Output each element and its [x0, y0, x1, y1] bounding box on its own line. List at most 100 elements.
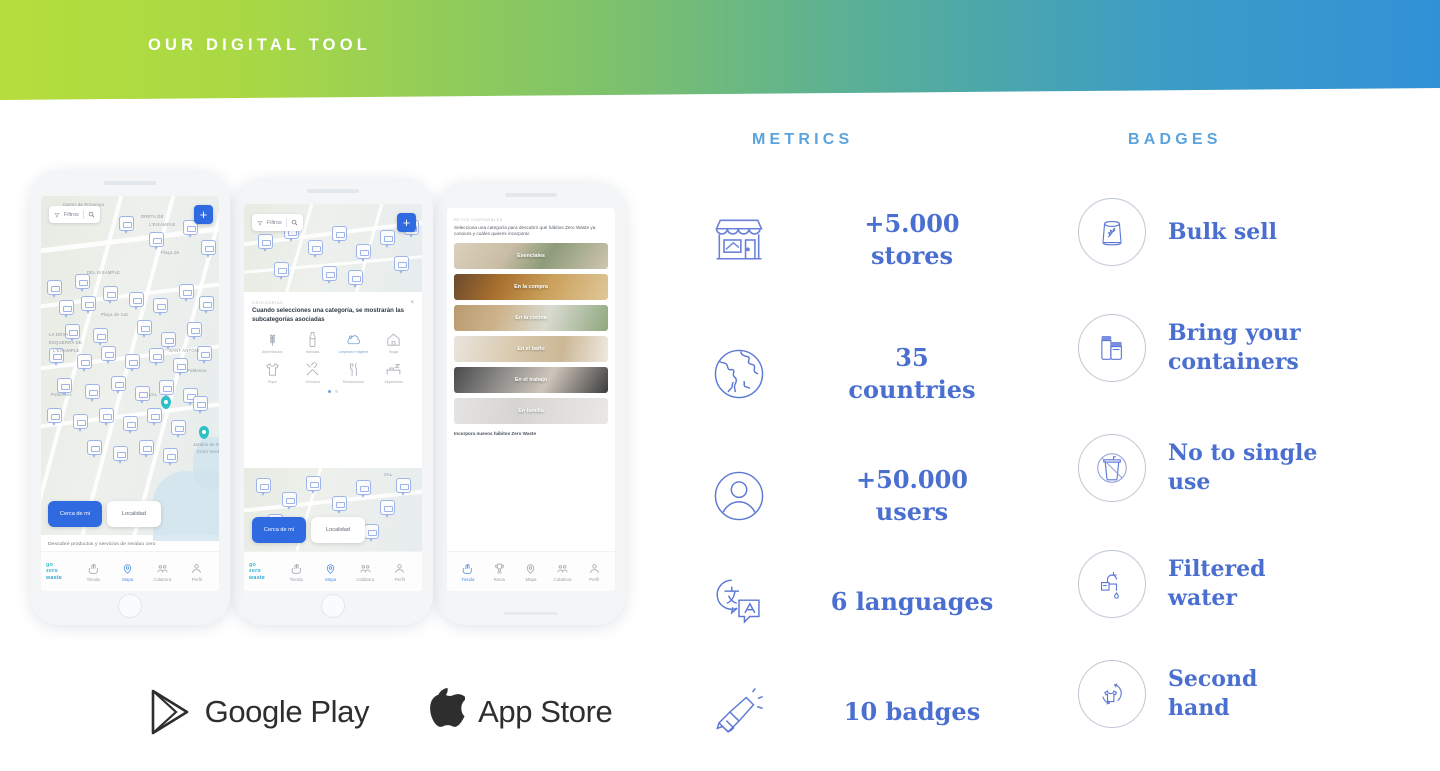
map-store-pin[interactable]: [123, 416, 138, 434]
category-limpieza[interactable]: Limpieza e higiene: [333, 331, 374, 354]
category-restauracion[interactable]: Restauración: [333, 361, 374, 384]
map-store-pin[interactable]: [193, 396, 208, 414]
carousel-dots[interactable]: [252, 390, 414, 394]
map-store-pin[interactable]: [47, 280, 62, 298]
map-store-pin[interactable]: [282, 492, 297, 510]
map-store-pin[interactable]: [201, 240, 216, 258]
add-store-button[interactable]: +: [397, 213, 416, 232]
map-store-pin[interactable]: [394, 256, 409, 274]
add-store-button[interactable]: +: [194, 205, 213, 224]
map-store-pin[interactable]: [129, 292, 144, 310]
map-store-pin[interactable]: [75, 274, 90, 292]
map-store-pin[interactable]: [135, 386, 150, 404]
nav-item-tienda[interactable]: Tienda: [76, 562, 111, 582]
nav-item-perfil[interactable]: Perfil: [383, 562, 418, 582]
map-store-pin[interactable]: [57, 378, 72, 396]
carousel-dot[interactable]: [335, 390, 338, 394]
map-store-pin[interactable]: [73, 414, 88, 432]
map-store-pin[interactable]: [113, 446, 128, 464]
nav-item-mapa[interactable]: Mapa: [314, 562, 349, 582]
nav-item-colabora[interactable]: Colabora: [145, 562, 180, 582]
map-store-pin[interactable]: [173, 358, 188, 376]
map-store-pin[interactable]: [99, 408, 114, 426]
map-store-pin[interactable]: [258, 234, 273, 252]
toggle-localidad[interactable]: Localidad: [311, 517, 365, 543]
phone2-map-lower[interactable]: VAL Cerca de mi Localidad: [244, 460, 422, 591]
category-hogar[interactable]: Hogar: [374, 331, 415, 354]
nav-item-colabora[interactable]: Colabora: [348, 562, 383, 582]
map-store-pin[interactable]: [348, 270, 363, 288]
map-store-pin[interactable]: [396, 478, 411, 496]
map-store-pin[interactable]: [149, 348, 164, 366]
map-store-pin[interactable]: [256, 478, 271, 496]
phone1-map[interactable]: Carrer de Provença DRETA DE L'EIXAMPLE P…: [41, 196, 219, 570]
nav-item-tienda[interactable]: Tienda: [452, 562, 484, 582]
habit-card[interactable]: En el trabajo: [454, 367, 608, 394]
map-store-pin[interactable]: [125, 354, 140, 372]
map-store-pin[interactable]: [163, 448, 178, 466]
category-ropa[interactable]: Ropa: [252, 361, 293, 384]
map-store-pin[interactable]: [81, 296, 96, 314]
nav-item-perfil[interactable]: Perfil: [578, 562, 610, 582]
phone2-map[interactable]: Filtros +: [244, 204, 422, 313]
habit-card[interactable]: En la cocina: [454, 305, 608, 332]
map-store-pin[interactable]: [332, 226, 347, 244]
habit-card[interactable]: En la compra: [454, 274, 608, 301]
map-store-pin[interactable]: [356, 244, 371, 262]
habit-card[interactable]: Esenciales: [454, 243, 608, 270]
map-store-pin[interactable]: [332, 496, 347, 514]
search-input[interactable]: Filtros: [49, 206, 100, 223]
map-store-pin[interactable]: [139, 440, 154, 458]
map-store-pin[interactable]: [380, 500, 395, 518]
map-store-pin[interactable]: [364, 524, 379, 542]
map-store-pin[interactable]: [101, 346, 116, 364]
map-store-pin[interactable]: [308, 240, 323, 258]
carousel-dot[interactable]: [328, 390, 331, 394]
map-store-pin[interactable]: [274, 262, 289, 280]
map-store-pin[interactable]: [85, 384, 100, 402]
habit-card[interactable]: En el baño: [454, 336, 608, 363]
map-store-pin[interactable]: [47, 408, 62, 426]
toggle-localidad[interactable]: Localidad: [107, 501, 161, 527]
close-icon[interactable]: ×: [410, 300, 414, 306]
map-store-pin[interactable]: [187, 322, 202, 340]
map-store-pin[interactable]: [137, 320, 152, 338]
nav-item-mapa[interactable]: Mapa: [515, 562, 547, 582]
map-store-pin[interactable]: [147, 408, 162, 426]
app-store-button[interactable]: App Store: [421, 686, 613, 738]
phone-home-button[interactable]: [118, 594, 142, 618]
map-store-pin[interactable]: [356, 480, 371, 498]
nav-item-colabora[interactable]: Colabora: [547, 562, 579, 582]
map-store-pin[interactable]: [87, 440, 102, 458]
map-store-pin[interactable]: [159, 380, 174, 398]
toggle-cerca-de-mi[interactable]: Cerca de mi: [48, 501, 102, 527]
map-store-pin[interactable]: [93, 328, 108, 346]
phone-home-button[interactable]: [321, 594, 345, 618]
category-servicios[interactable]: Servicios: [293, 361, 334, 384]
map-store-pin[interactable]: [306, 476, 321, 494]
map-store-pin[interactable]: [59, 300, 74, 318]
nav-item-mapa[interactable]: Mapa: [111, 562, 146, 582]
nav-item-retos[interactable]: Retos: [484, 562, 516, 582]
map-store-pin[interactable]: [111, 376, 126, 394]
map-store-pin[interactable]: [103, 286, 118, 304]
category-alojamiento[interactable]: Alojamiento: [374, 361, 415, 384]
map-store-pin[interactable]: [77, 354, 92, 372]
habit-card[interactable]: En familia: [454, 398, 608, 425]
map-store-pin[interactable]: [199, 296, 214, 314]
map-store-pin[interactable]: [322, 266, 337, 284]
map-store-pin[interactable]: [153, 298, 168, 316]
map-store-pin[interactable]: [380, 230, 395, 248]
map-store-pin[interactable]: [179, 284, 194, 302]
map-store-pin[interactable]: [149, 232, 164, 250]
map-store-pin[interactable]: [161, 332, 176, 350]
nav-item-tienda[interactable]: Tienda: [279, 562, 314, 582]
category-alimentacion[interactable]: Alimentación: [252, 331, 293, 354]
google-play-button[interactable]: Google Play: [148, 688, 370, 736]
map-store-pin[interactable]: [171, 420, 186, 438]
search-input[interactable]: Filtros: [252, 214, 303, 231]
map-store-pin[interactable]: [119, 216, 134, 234]
nav-item-perfil[interactable]: Perfil: [180, 562, 215, 582]
category-bebidas[interactable]: Bebidas: [293, 331, 334, 354]
toggle-cerca-de-mi[interactable]: Cerca de mi: [252, 517, 306, 543]
